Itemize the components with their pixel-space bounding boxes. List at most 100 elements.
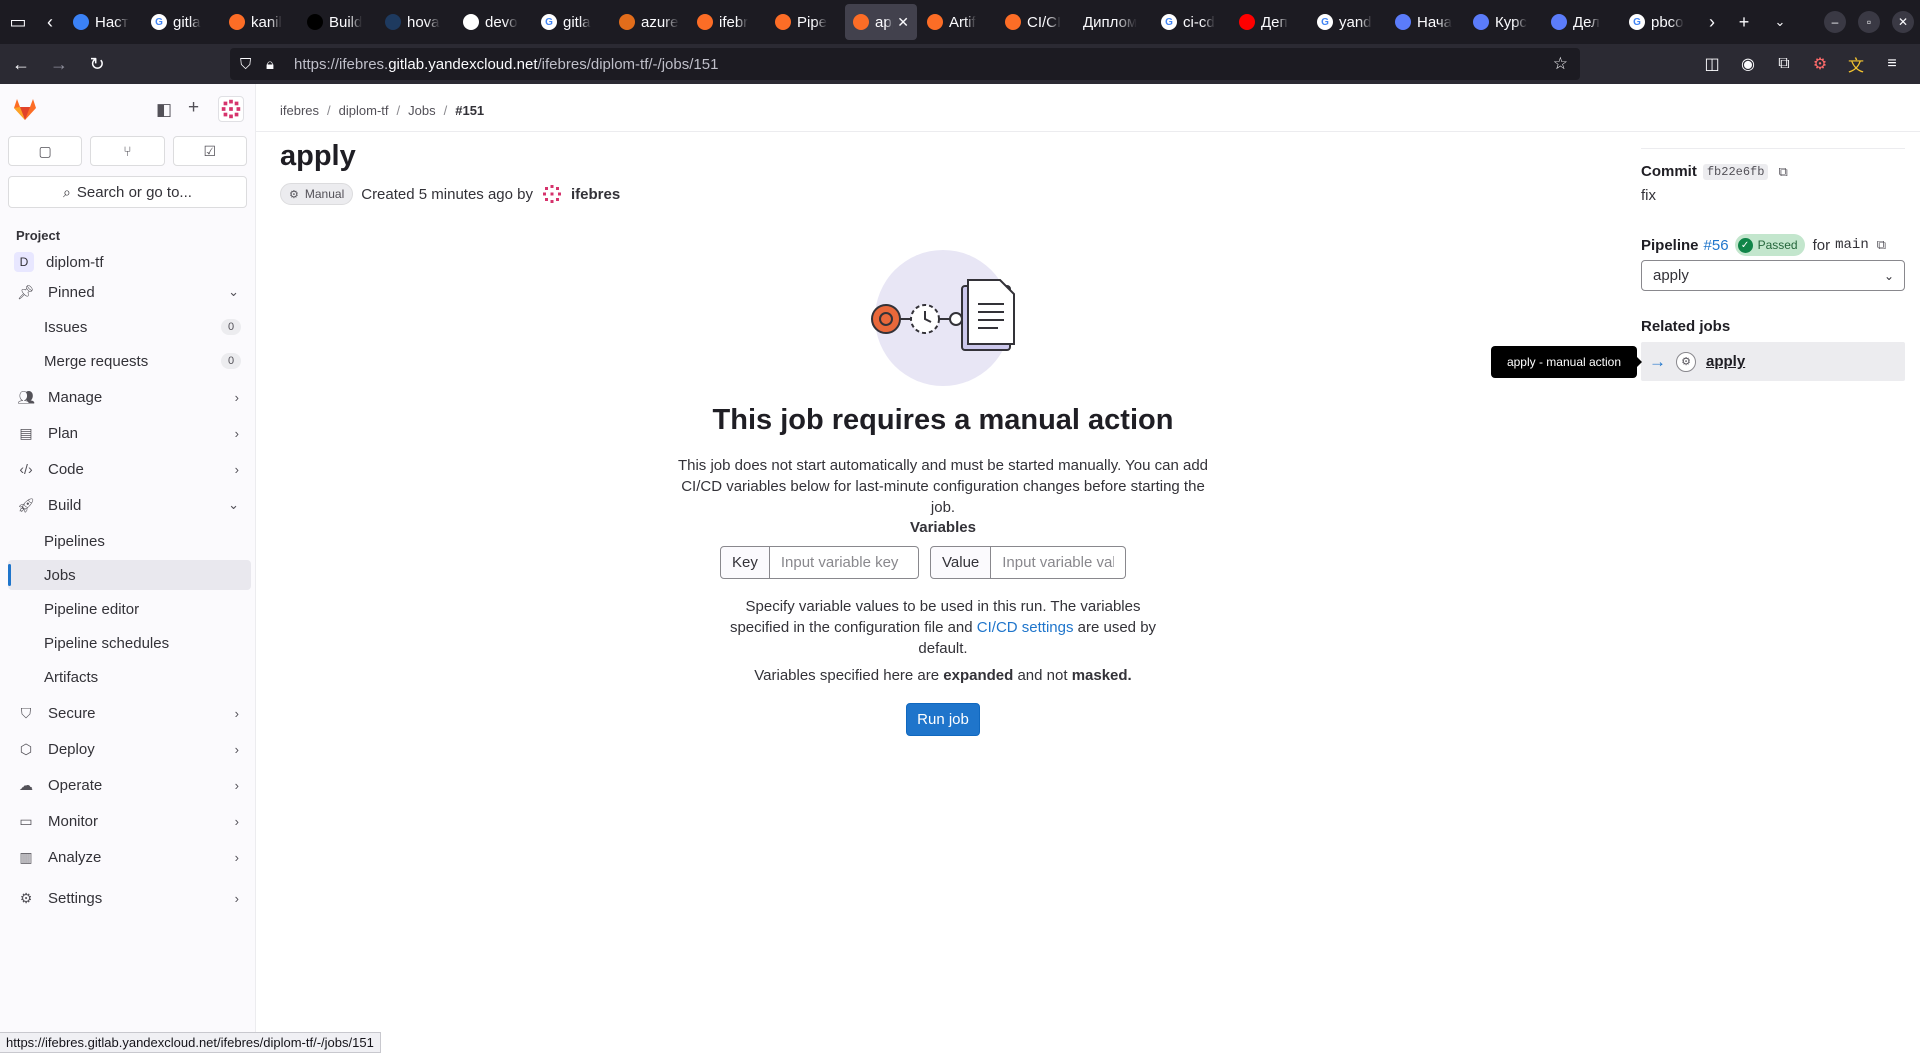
sidebar-item-issues[interactable]: Issues 0 [8, 312, 251, 342]
sidebar-item-label: Pinned [48, 283, 95, 301]
variable-value-input[interactable] [991, 546, 1127, 579]
sidebar-item-code[interactable]: ‹/› Code › [8, 454, 251, 484]
user-name-link[interactable]: ifebres [571, 186, 620, 203]
breadcrumb-item-project[interactable]: diplom-tf [339, 103, 389, 118]
run-job-button[interactable]: Run job [906, 703, 980, 736]
tab-scroll-right-icon[interactable]: › [1698, 4, 1726, 40]
sidebar-item-label: Code [48, 460, 84, 478]
sidebar-item-pipeline-editor[interactable]: Pipeline editor [8, 594, 251, 624]
tab-favicon-icon [775, 14, 791, 30]
account-icon[interactable]: ◉ [1730, 54, 1766, 74]
collapse-sidebar-icon[interactable]: ◧ [156, 100, 172, 120]
tab-scroll-left-icon[interactable]: ‹ [36, 4, 64, 40]
sidebar-item-deploy[interactable]: ⬡ Deploy › [8, 734, 251, 764]
translate-icon[interactable]: 文 [1838, 52, 1874, 76]
pipeline-status-badge[interactable]: ✓ Passed [1734, 234, 1805, 256]
browser-tab[interactable]: Курс [1465, 4, 1541, 40]
cicd-settings-link[interactable]: CI/CD settings [977, 619, 1074, 636]
breadcrumb-item-namespace[interactable]: ifebres [280, 103, 319, 118]
sidebar-item-project[interactable]: D diplom-tf [8, 247, 251, 277]
tracking-shield-icon[interactable]: ⛉ [240, 56, 258, 73]
browser-tab[interactable]: Gyand [1309, 4, 1385, 40]
url-bar[interactable]: ⛉ 🔒︎ https://ifebres.gitlab.yandexcloud.… [230, 48, 1580, 80]
url-text[interactable]: https://ifebres.gitlab.yandexcloud.net/i… [294, 56, 718, 73]
browser-tab[interactable]: apply✕ [845, 4, 917, 40]
breadcrumb-item-job[interactable]: #151 [455, 103, 484, 118]
sidebar-item-monitor[interactable]: ▭ Monitor › [8, 806, 251, 836]
sidebar-item-build[interactable]: 🚀︎ Build ⌄ [8, 490, 251, 520]
related-job-row[interactable]: → ⚙ apply [1641, 342, 1905, 381]
close-window-icon[interactable]: ✕ [1892, 11, 1914, 33]
menu-icon[interactable]: ≡ [1874, 55, 1910, 73]
browser-tab[interactable]: devo [455, 4, 531, 40]
browser-tab[interactable]: Ggitla [533, 4, 609, 40]
sidebar-item-secure[interactable]: ⛉ Secure › [8, 698, 251, 728]
browser-tab[interactable]: Pipe [767, 4, 843, 40]
browser-tab[interactable]: Build [299, 4, 375, 40]
sidebar-item-plan[interactable]: ▤ Plan › [8, 418, 251, 448]
search-button[interactable]: ⌕ Search or go to... [8, 176, 247, 208]
tab-title: Наст [95, 13, 129, 31]
merge-requests-counter-icon[interactable]: ⑂ [90, 136, 165, 166]
stage-select[interactable]: apply ⌄ [1641, 260, 1905, 291]
close-tab-icon[interactable]: ✕ [897, 14, 909, 31]
issues-counter-icon[interactable]: ▢ [8, 136, 83, 166]
new-tab-icon[interactable]: + [1726, 4, 1762, 40]
status-badge[interactable]: ⚙ Manual [280, 183, 354, 205]
chevron-right-icon: › [234, 389, 239, 405]
breadcrumb-item-jobs[interactable]: Jobs [408, 103, 435, 118]
browser-tab[interactable]: Artif [919, 4, 995, 40]
browser-tab[interactable]: ifebr [689, 4, 765, 40]
gitlab-logo-icon[interactable] [12, 96, 38, 122]
todos-counter-icon[interactable]: ☑ [172, 136, 247, 166]
bookmark-star-icon[interactable]: ☆ [1553, 54, 1568, 74]
list-all-tabs-icon[interactable]: ⌄ [1762, 4, 1798, 40]
sidebar-item-manage[interactable]: 👥︎ Manage › [8, 382, 251, 412]
sidebar-item-artifacts[interactable]: Artifacts [8, 662, 251, 692]
browser-tab[interactable]: Gpbco [1621, 4, 1697, 40]
sidebar-item-jobs[interactable]: Jobs [8, 560, 251, 590]
reload-icon[interactable]: ↻ [80, 47, 114, 81]
browser-tab[interactable]: Диплом [1075, 4, 1151, 40]
avatar[interactable] [541, 183, 563, 205]
branch-link[interactable]: main [1835, 237, 1869, 253]
browser-tab[interactable]: Ggitla [143, 4, 219, 40]
sidebar-item-settings[interactable]: ⚙ Settings › [8, 883, 251, 913]
back-icon[interactable]: ← [4, 47, 38, 81]
addon-icon[interactable]: ⚙ [1802, 54, 1838, 74]
pipeline-link[interactable]: #56 [1704, 237, 1729, 254]
browser-tab[interactable]: Дел [1543, 4, 1619, 40]
browser-tab[interactable]: Наст [65, 4, 141, 40]
browser-tab[interactable]: Нача [1387, 4, 1463, 40]
commit-message[interactable]: fix [1641, 187, 1656, 204]
sidebar-item-pipelines[interactable]: Pipelines [8, 526, 251, 556]
chevron-right-icon: › [234, 425, 239, 441]
copy-icon[interactable]: ⧉ [1877, 237, 1886, 253]
browser-tab[interactable]: azure [611, 4, 687, 40]
browser-tab[interactable]: Деп [1231, 4, 1307, 40]
create-new-icon[interactable]: + [188, 97, 199, 119]
forward-icon[interactable]: → [42, 47, 76, 81]
sidebar-item-pinned[interactable]: 📌︎ Pinned ⌄ [8, 277, 251, 307]
related-job-link[interactable]: apply [1706, 353, 1745, 370]
sidebar-item-pipeline-schedules[interactable]: Pipeline schedules [8, 628, 251, 658]
minimize-icon[interactable]: – [1824, 11, 1846, 33]
extensions-icon[interactable]: ⧉ [1766, 55, 1802, 73]
browser-tab[interactable]: Gci-cd [1153, 4, 1229, 40]
user-avatar[interactable] [218, 96, 244, 122]
variable-key-input[interactable] [769, 546, 919, 579]
sidebar-item-label: Artifacts [44, 668, 99, 686]
copy-icon[interactable]: ⧉ [1778, 164, 1787, 180]
browser-tab[interactable]: kanil [221, 4, 297, 40]
sidebar-item-analyze[interactable]: ▥ Analyze › [8, 842, 251, 872]
commit-sha-link[interactable]: fb22e6fb [1702, 163, 1769, 180]
sidebar-item-merge-requests[interactable]: Merge requests 0 [8, 346, 251, 376]
tab-overview-icon[interactable]: ▭ [0, 4, 36, 40]
sidebar-item-operate[interactable]: ☁︎ Operate › [8, 770, 251, 800]
status-badge-label: Manual [304, 187, 345, 201]
browser-tab[interactable]: hova [377, 4, 453, 40]
pocket-icon[interactable]: ◫ [1694, 54, 1730, 74]
restore-icon[interactable]: ▫ [1858, 11, 1880, 33]
lock-icon[interactable]: 🔒︎ [266, 56, 282, 73]
browser-tab[interactable]: CI/CI [997, 4, 1073, 40]
